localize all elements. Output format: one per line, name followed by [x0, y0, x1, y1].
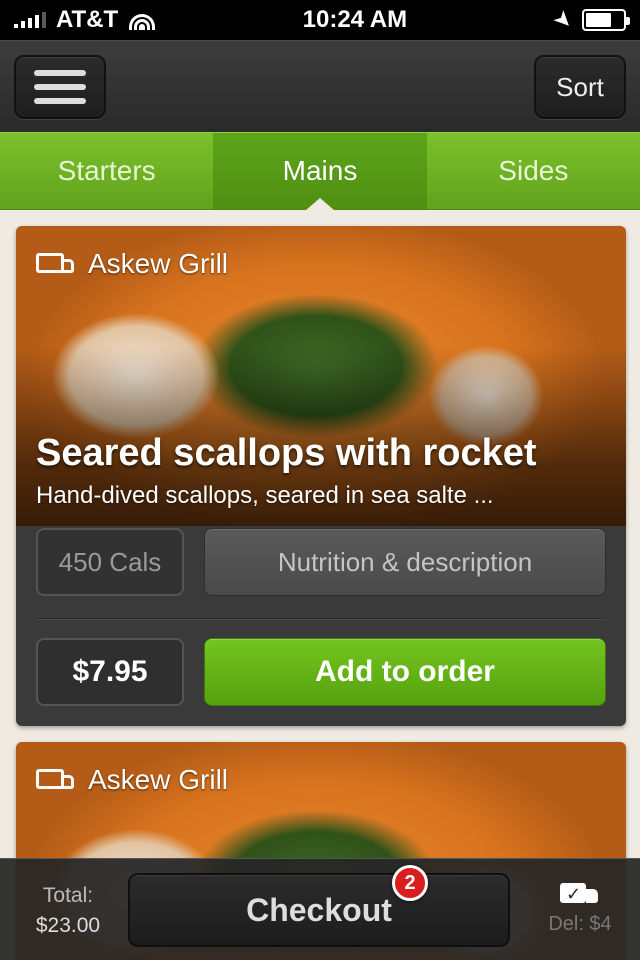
restaurant-name: Askew Grill [88, 248, 229, 279]
checkout-bar: Total: $23.00 Checkout 2 ✓ Del: $4 [0, 858, 640, 960]
tab-sides[interactable]: Sides [427, 133, 640, 209]
truck-icon [36, 251, 76, 277]
delivery-info: ✓ Del: $4 [540, 881, 620, 936]
checkout-button[interactable]: Checkout [128, 873, 510, 947]
restaurant-label: Askew Grill [36, 764, 228, 796]
tab-mains[interactable]: Mains [213, 133, 427, 209]
delivery-fee: Del: $4 [548, 913, 612, 935]
add-to-order-button[interactable]: Add to order [204, 638, 606, 706]
total-label: Total: [42, 884, 94, 907]
divider [36, 618, 606, 620]
menu-icon [34, 70, 86, 76]
status-left: AT&T [14, 6, 156, 34]
dish-title: Seared scallops with rocket [36, 432, 537, 474]
calories-badge: 450 Cals [36, 528, 184, 596]
carrier-name: AT&T [56, 6, 119, 33]
price-label: $7.95 [36, 638, 184, 706]
truck-icon [36, 767, 76, 793]
restaurant-name: Askew Grill [88, 764, 229, 795]
menu-icon-bar [34, 84, 86, 90]
menu-icon-bar [34, 98, 86, 104]
clock: 10:24 AM [302, 6, 408, 33]
signal-icon [14, 12, 46, 28]
menu-button[interactable] [14, 55, 106, 119]
nutrition-button[interactable]: Nutrition & description [204, 528, 606, 596]
tab-starters[interactable]: Starters [0, 133, 213, 209]
sort-button[interactable]: Sort [534, 55, 626, 119]
category-tabs: Starters Mains Sides [0, 132, 640, 210]
status-bar: AT&T 10:24 AM ➤ [0, 0, 640, 40]
status-right: ➤ [548, 4, 630, 35]
menu-item-card: Askew Grill Seared scallops with rocket … [16, 226, 626, 726]
nav-bar: Sort [0, 40, 640, 132]
order-total: Total: $23.00 [18, 881, 118, 941]
restaurant-label: Askew Grill [36, 248, 228, 280]
total-amount: $23.00 [35, 914, 101, 937]
wifi-icon [128, 10, 156, 30]
location-arrow-icon: ➤ [547, 4, 579, 36]
cart-count-badge: 2 [392, 865, 428, 901]
delivery-check-icon: ✓ [560, 881, 600, 909]
battery-icon [582, 9, 630, 31]
dish-description: Hand-dived scallops, seared in sea salte… [36, 482, 494, 509]
